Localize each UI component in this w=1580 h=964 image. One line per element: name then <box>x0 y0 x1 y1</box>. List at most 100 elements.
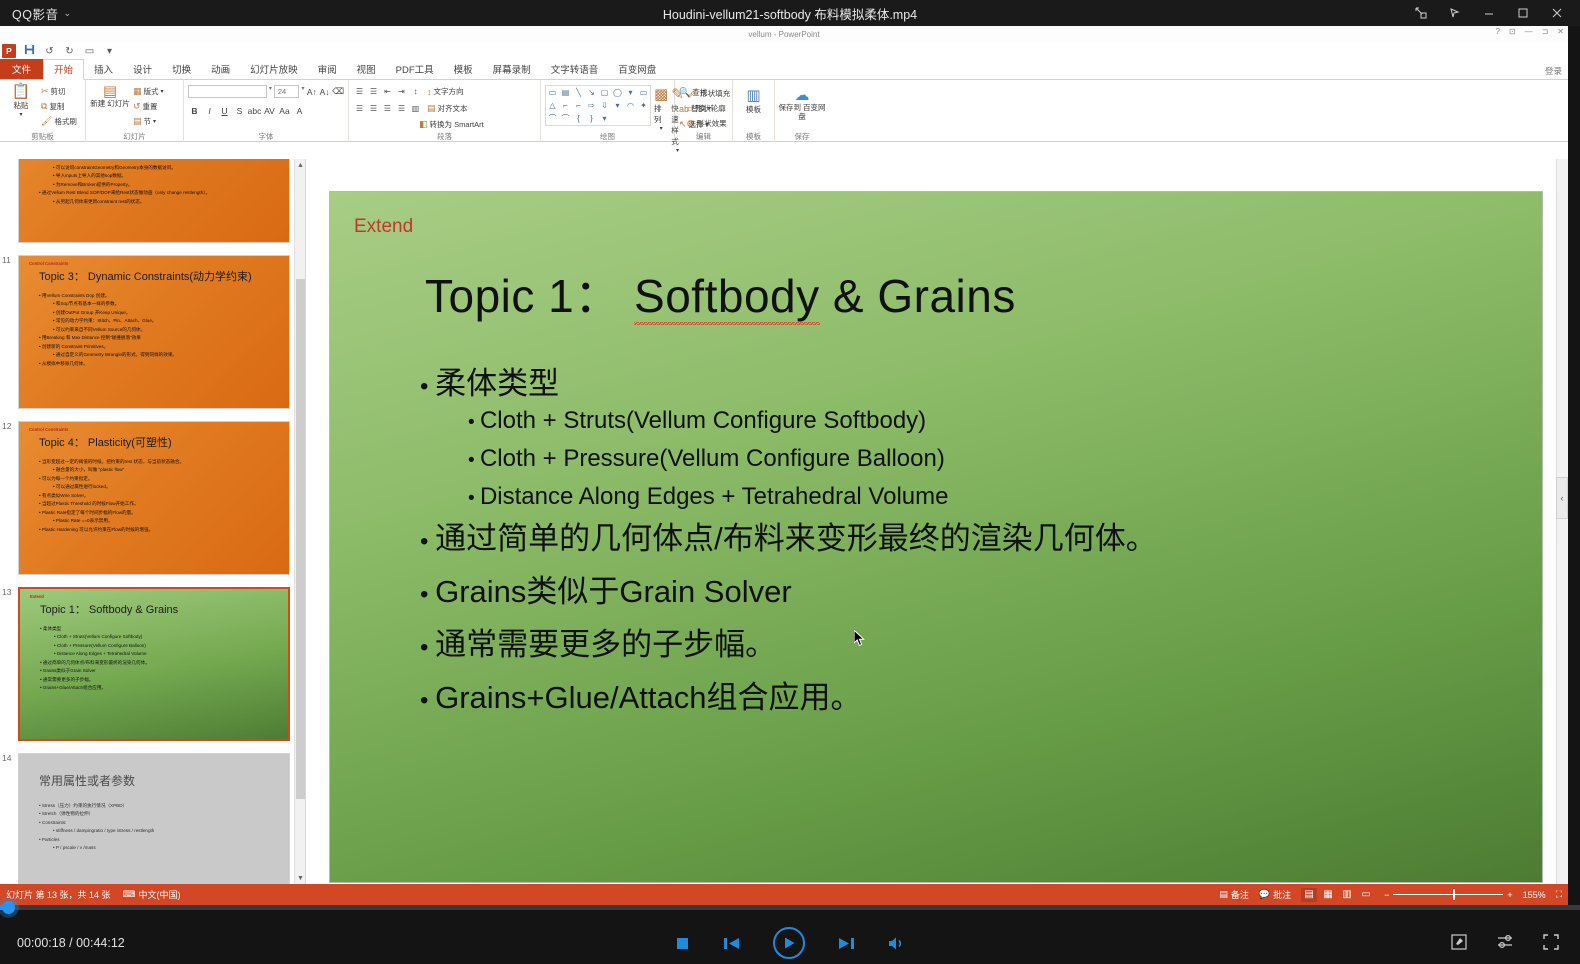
current-slide[interactable]: Extend Topic 1： Softbody & Grains 柔体类型 C… <box>330 192 1542 882</box>
fullscreen-icon[interactable] <box>1542 933 1560 956</box>
font-color-button[interactable]: A <box>293 104 306 117</box>
tab-screen-record[interactable]: 屏幕录制 <box>483 60 541 79</box>
scroll-up-arrow-icon[interactable]: ▲ <box>295 159 306 171</box>
tab-view[interactable]: 视图 <box>347 60 386 79</box>
stop-button[interactable] <box>675 936 690 951</box>
zoom-slider-thumb[interactable] <box>1453 889 1455 900</box>
ribbon-display-icon[interactable]: ⊡ <box>1509 27 1516 36</box>
shape-line-icon[interactable]: ╲ <box>572 86 585 99</box>
zoom-slider[interactable]: − + <box>1384 890 1513 900</box>
shape-arrow-icon[interactable]: ↘ <box>585 86 598 99</box>
align-right-button[interactable]: ☰ <box>381 102 394 115</box>
decrease-indent-button[interactable]: ⇤ <box>381 85 394 98</box>
undo-icon[interactable]: ↺ <box>43 46 56 57</box>
play-button[interactable] <box>773 927 805 959</box>
screenshot-tool-icon[interactable] <box>1450 933 1468 956</box>
tab-insert[interactable]: 插入 <box>84 60 123 79</box>
increase-font-size-button[interactable]: A↑ <box>307 85 318 98</box>
columns-button[interactable]: ▥ <box>409 102 422 115</box>
shape-textbox-icon[interactable]: ▭ <box>546 86 559 99</box>
player-brand[interactable]: QQ影音 ⌄ <box>0 4 72 23</box>
mini-mode-icon[interactable] <box>1404 0 1438 26</box>
tab-review[interactable]: 审阅 <box>308 60 347 79</box>
shape-cloud-icon[interactable]: ◠ <box>624 99 637 112</box>
shape-oval-icon[interactable]: ◯ <box>611 86 624 99</box>
strikethrough-button[interactable]: abc <box>248 104 261 117</box>
zoom-slider-track[interactable] <box>1393 894 1503 895</box>
find-button[interactable]: 🔍 查找 <box>679 86 728 99</box>
tab-text-to-speech[interactable]: 文字转语音 <box>541 60 609 79</box>
shadow-button[interactable]: S <box>233 104 246 117</box>
shape-rect-icon[interactable]: ▢ <box>598 86 611 99</box>
collapse-panel-button[interactable]: ‹ <box>1556 477 1568 519</box>
line-spacing-button[interactable]: ↕ <box>409 85 422 98</box>
font-name-input[interactable] <box>188 85 267 98</box>
template-button[interactable]: ▥ 模板 <box>737 82 771 115</box>
select-button[interactable]: ↖ 选择▾ <box>679 118 728 131</box>
underline-button[interactable]: U <box>218 104 231 117</box>
thumbnail-slide-11[interactable]: 11 Control Constraints Topic 3： Dynamic … <box>18 255 290 409</box>
normal-view-button[interactable]: ▤ <box>1301 888 1317 902</box>
comments-button[interactable]: 💬 批注 <box>1259 888 1291 901</box>
close-icon[interactable] <box>1540 0 1574 26</box>
zoom-in-button[interactable]: + <box>1507 890 1512 900</box>
zoom-out-button[interactable]: − <box>1384 890 1389 900</box>
thumbnail-slide-12[interactable]: 12 Control Constraints Topic 4： Plastici… <box>18 421 290 575</box>
slide-body-placeholder[interactable]: 柔体类型 Cloth + Struts(Vellum Configure Sof… <box>420 368 1518 735</box>
ppt-close-icon[interactable]: ✕ <box>1557 27 1564 36</box>
thumbnail-slide-10[interactable]: 可以访问constraintGeometry和Geometry本身的数据访问。 … <box>18 159 290 243</box>
tab-slideshow[interactable]: 幻灯片放映 <box>240 60 308 79</box>
shapes-more-icon[interactable]: ▾ <box>624 86 637 99</box>
redo-icon[interactable]: ↻ <box>63 46 76 57</box>
next-button[interactable] <box>838 936 855 951</box>
shape-triangle-icon[interactable]: △ <box>546 99 559 112</box>
increase-indent-button[interactable]: ⇥ <box>395 85 408 98</box>
shapes-scroll-icon[interactable]: ▾ <box>611 99 624 112</box>
sign-in-button[interactable]: 登录 <box>1545 65 1562 77</box>
help-icon[interactable]: ? <box>1495 27 1499 36</box>
tab-animations[interactable]: 动画 <box>201 60 240 79</box>
font-size-input[interactable]: 24 <box>274 85 300 98</box>
tab-template[interactable]: 模板 <box>444 60 483 79</box>
layout-button[interactable]: ▦ 版式▾ <box>133 85 164 98</box>
customize-qat-icon[interactable]: ▾ <box>103 46 116 57</box>
numbering-button[interactable]: ☰ <box>367 85 380 98</box>
bullets-button[interactable]: ☰ <box>353 85 366 98</box>
slideshow-button[interactable]: ▭ <box>1358 888 1374 902</box>
settings-sliders-icon[interactable] <box>1496 933 1514 956</box>
paste-button[interactable]: 📋 粘贴 ▾ <box>4 82 38 118</box>
change-case-button[interactable]: Aa <box>278 104 291 117</box>
arrange-button[interactable]: ▩ 排列 ▾ <box>654 85 668 132</box>
convert-to-smartart-button[interactable]: ◧ 转换为 SmartArt <box>419 118 484 131</box>
align-text-button[interactable]: ▤ 对齐文本 <box>427 102 468 115</box>
volume-button[interactable] <box>888 936 906 951</box>
tab-pdf-tools[interactable]: PDF工具 <box>386 60 444 79</box>
thumbnail-slide-14[interactable]: 14 常用属性或者参数 Stress（压力）约束的执行情况（XPBD） Stre… <box>18 753 290 884</box>
character-spacing-button[interactable]: AV <box>263 104 276 117</box>
copy-button[interactable]: ⧉ 复制 <box>41 100 77 113</box>
bold-button[interactable]: B <box>188 104 201 117</box>
replace-button[interactable]: ab 替换▾ <box>679 102 728 115</box>
minimize-icon[interactable] <box>1472 0 1506 26</box>
shapes-expand-icon[interactable]: ▾ <box>598 112 611 125</box>
previous-button[interactable] <box>723 936 740 951</box>
cast-icon[interactable] <box>1438 0 1472 26</box>
scroll-down-arrow-icon[interactable]: ▼ <box>295 872 306 884</box>
maximize-icon[interactable] <box>1506 0 1540 26</box>
ppt-minimize-icon[interactable]: — <box>1525 27 1533 36</box>
shape-rounded-icon[interactable]: ▭ <box>637 86 650 99</box>
shapes-gallery[interactable]: ▭ ▤ ╲ ↘ ▢ ◯ ▾ ▭ △ ⌐ ⌐ ⇨ ⇩ ▾ ◠ <box>545 85 651 126</box>
shape-frame-icon[interactable]: ▤ <box>559 86 572 99</box>
slide-thumbnail-pane[interactable]: 可以访问constraintGeometry和Geometry本身的数据访问。 … <box>0 159 306 884</box>
notes-button[interactable]: ▤ 备注 <box>1219 888 1249 901</box>
language-indicator[interactable]: ⌨ 中文(中国) <box>123 888 181 901</box>
shape-star-icon[interactable]: ✦ <box>637 99 650 112</box>
shape-brace1-icon[interactable]: { <box>572 112 585 125</box>
save-icon[interactable] <box>23 44 36 58</box>
shape-curve-icon[interactable]: ⌒ <box>546 112 559 125</box>
italic-button[interactable]: I <box>203 104 216 117</box>
align-left-button[interactable]: ☰ <box>353 102 366 115</box>
thumbnail-slide-13[interactable]: 13 Extend Topic 1： Softbody & Grains 柔体类… <box>18 587 290 741</box>
tab-file[interactable]: 文件 <box>0 59 43 79</box>
shape-arrow2-icon[interactable]: ⇨ <box>585 99 598 112</box>
